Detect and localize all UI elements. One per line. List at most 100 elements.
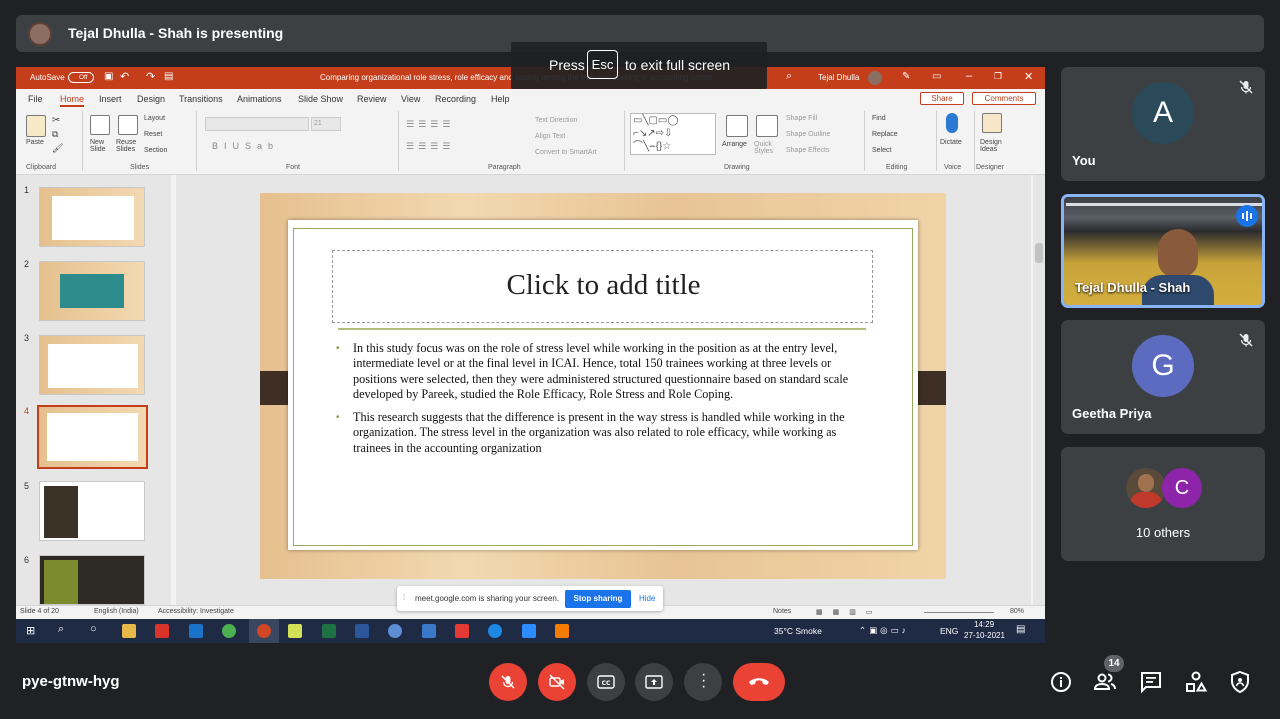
people-icon[interactable] — [1093, 670, 1117, 694]
paste-icon[interactable] — [26, 115, 46, 137]
paste-label[interactable]: Paste — [26, 139, 44, 146]
drag-handle-icon[interactable]: ⁞ — [403, 593, 405, 602]
anydesk-icon[interactable] — [455, 624, 469, 638]
powerpoint-taskbar-active[interactable] — [249, 619, 279, 643]
menu-transitions[interactable]: Transitions — [179, 94, 223, 104]
teamviewer-icon[interactable] — [488, 624, 502, 638]
search-icon[interactable]: ⌕ — [786, 70, 792, 83]
acrobat-icon[interactable] — [155, 624, 169, 638]
menu-file[interactable]: File — [28, 94, 43, 104]
word-icon[interactable] — [355, 624, 369, 638]
outlook-icon[interactable] — [189, 624, 203, 638]
menu-review[interactable]: Review — [357, 94, 387, 104]
zoom-icon[interactable] — [522, 624, 536, 638]
arrange-icon[interactable] — [726, 115, 748, 137]
participant-tile-geetha[interactable]: G Geetha Priya — [1061, 320, 1265, 434]
excel-icon[interactable] — [322, 624, 336, 638]
undo-icon[interactable]: ↶ — [120, 70, 129, 83]
notes-button[interactable]: Notes — [773, 608, 791, 615]
slide-thumb-3[interactable] — [39, 335, 145, 395]
mic-toggle-button[interactable] — [489, 663, 527, 701]
find-button[interactable]: Find — [872, 115, 886, 122]
present-button[interactable] — [635, 663, 673, 701]
cut-icon[interactable]: ✂ — [52, 115, 60, 126]
menu-slide-show[interactable]: Slide Show — [298, 94, 343, 104]
pen-icon[interactable]: ✎ — [902, 71, 910, 82]
participant-tile-others[interactable]: C 10 others — [1061, 447, 1265, 561]
format-painter-icon[interactable]: 🖌 — [52, 143, 63, 154]
section-button[interactable]: Section — [144, 147, 167, 154]
bullet-1[interactable]: In this study focus was on the role of s… — [353, 341, 871, 403]
menu-design[interactable]: Design — [137, 94, 165, 104]
language-tray[interactable]: ENG — [940, 626, 958, 636]
slide-thumb-5[interactable] — [39, 481, 145, 541]
language-indicator[interactable]: English (India) — [94, 608, 139, 615]
design-ideas-label[interactable]: Design Ideas — [980, 139, 1008, 153]
bullet-2[interactable]: This research suggests that the differen… — [353, 410, 871, 456]
captions-button[interactable]: CC — [587, 663, 625, 701]
activities-icon[interactable] — [1184, 670, 1208, 694]
current-slide[interactable]: Click to add title • In this study focus… — [260, 193, 946, 579]
menu-home[interactable]: Home — [60, 94, 85, 107]
app-icon[interactable] — [422, 624, 436, 638]
align-text-button[interactable]: Align Text — [535, 133, 565, 140]
menu-animations[interactable]: Animations — [237, 94, 282, 104]
arrange-label[interactable]: Arrange — [722, 141, 747, 148]
menu-view[interactable]: View — [401, 94, 420, 104]
microphone-icon[interactable] — [946, 113, 958, 133]
participant-tile-presenter[interactable]: Tejal Dhulla - Shah — [1061, 194, 1265, 308]
menu-help[interactable]: Help — [491, 94, 510, 104]
font-family-select[interactable] — [205, 117, 309, 131]
slide-thumb-1[interactable] — [39, 187, 145, 247]
close-icon[interactable]: ✕ — [1024, 70, 1033, 83]
save-icon[interactable]: ▣ — [104, 71, 113, 82]
shape-effects-button[interactable]: Shape Effects — [786, 147, 829, 154]
menu-recording[interactable]: Recording — [435, 94, 476, 104]
menu-insert[interactable]: Insert — [99, 94, 122, 104]
stop-sharing-button[interactable]: Stop sharing — [565, 590, 631, 608]
ribbon-display-icon[interactable]: ▭ — [932, 71, 941, 82]
notifications-icon[interactable]: ▤ — [1016, 624, 1025, 635]
slide-thumb-4-selected[interactable] — [37, 405, 148, 469]
title-placeholder[interactable]: Click to add title — [332, 250, 873, 323]
search-icon[interactable]: ⌕ — [58, 623, 64, 636]
shape-outline-button[interactable]: Shape Outline — [786, 131, 830, 138]
share-button[interactable]: Share — [920, 92, 964, 105]
new-slide-label[interactable]: New Slide — [90, 139, 114, 153]
present-icon[interactable]: ▤ — [164, 71, 173, 82]
host-controls-icon[interactable] — [1228, 670, 1252, 694]
quick-styles-icon[interactable] — [756, 115, 778, 137]
zoom-level[interactable]: 80% — [1010, 608, 1024, 615]
task-view-icon[interactable]: ○ — [90, 623, 97, 635]
info-icon[interactable] — [1049, 670, 1073, 694]
slide-thumb-6[interactable] — [39, 555, 145, 605]
reset-button[interactable]: Reset — [144, 131, 162, 138]
leave-call-button[interactable] — [733, 663, 785, 701]
participant-tile-you[interactable]: A You — [1061, 67, 1265, 181]
autosave-toggle[interactable]: Off — [68, 72, 94, 83]
select-button[interactable]: Select — [872, 147, 891, 154]
text-direction-button[interactable]: Text Direction — [535, 117, 577, 124]
tray-icons[interactable]: ⌃▣◎▭♪ — [859, 625, 909, 636]
camera-toggle-button[interactable] — [538, 663, 576, 701]
clock-time[interactable]: 14:29 — [974, 620, 994, 629]
shapes-gallery[interactable]: ▭╲▢▭◯ ⌐↘↗⇨⇩ ⌒╲⌢{}☆ — [630, 113, 716, 155]
replace-button[interactable]: Replace — [872, 131, 898, 138]
user-avatar[interactable] — [868, 71, 882, 85]
reuse-slides-icon[interactable] — [118, 115, 138, 135]
convert-smartart-button[interactable]: Convert to SmartArt — [535, 149, 597, 156]
file-explorer-icon[interactable] — [122, 624, 136, 638]
list-icons[interactable]: ☰☰☰☰ — [406, 119, 454, 130]
quick-styles-label[interactable]: Quick Styles — [754, 141, 780, 155]
more-options-button[interactable]: · · · — [684, 663, 722, 701]
slide-thumb-2[interactable] — [39, 261, 145, 321]
chat-icon[interactable] — [1139, 670, 1163, 694]
notes-app-icon[interactable] — [288, 624, 302, 638]
clock-date[interactable]: 27-10-2021 — [964, 631, 1005, 640]
layout-button[interactable]: Layout — [144, 115, 165, 122]
shape-fill-button[interactable]: Shape Fill — [786, 115, 817, 122]
font-size-select[interactable]: 21 — [311, 117, 341, 131]
vlc-icon[interactable] — [555, 624, 569, 638]
design-ideas-icon[interactable] — [982, 113, 1002, 133]
scrollbar-thumb[interactable] — [1035, 243, 1043, 263]
